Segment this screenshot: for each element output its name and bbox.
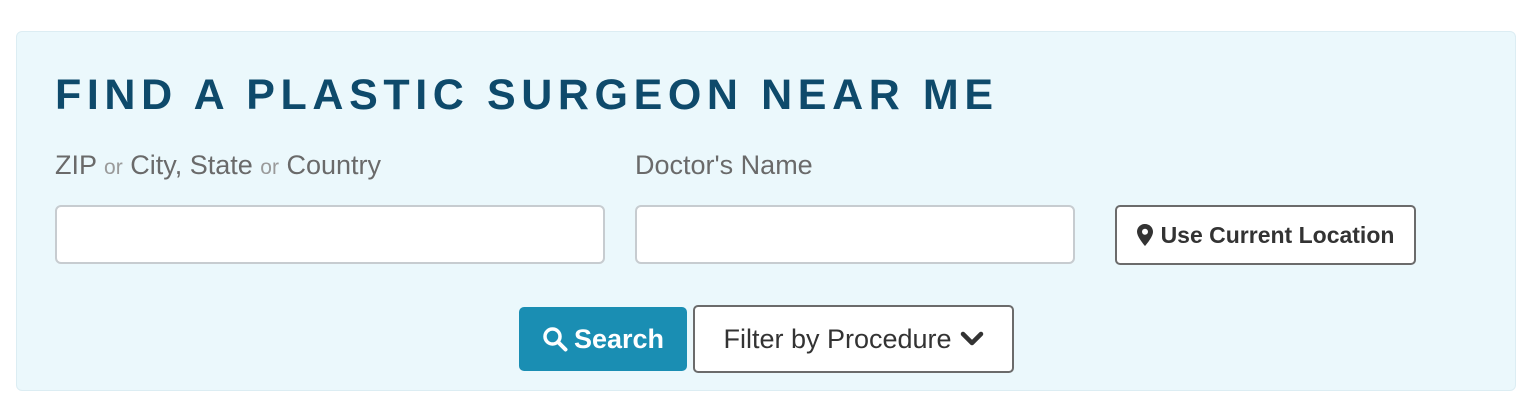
search-icon [542, 326, 568, 352]
zip-label-text: ZIP [55, 150, 97, 180]
finder-title: FIND A PLASTIC SURGEON NEAR ME [55, 71, 999, 119]
search-button[interactable]: Search [519, 307, 687, 371]
or-separator: or [260, 156, 279, 179]
surgeon-finder-panel: FIND A PLASTIC SURGEON NEAR ME ZIP or Ci… [16, 31, 1516, 391]
location-input[interactable] [55, 205, 605, 264]
search-button-label: Search [573, 323, 665, 354]
use-current-location-label: Use Current Location [1160, 221, 1395, 248]
map-marker-icon [1136, 224, 1153, 246]
use-current-location-button[interactable]: Use Current Location [1115, 205, 1416, 265]
or-separator: or [104, 156, 123, 179]
country-label-text: Country [286, 150, 382, 180]
filter-by-procedure-label: Filter by Procedure [723, 323, 952, 354]
doctor-name-input[interactable] [635, 205, 1075, 264]
location-label: ZIP or City, State or Country [55, 148, 381, 185]
chevron-down-icon [960, 331, 984, 347]
filter-by-procedure-button[interactable]: Filter by Procedure [693, 305, 1014, 373]
doctor-name-label: Doctor's Name [635, 150, 813, 180]
city-state-label-text: City, State [130, 150, 253, 180]
